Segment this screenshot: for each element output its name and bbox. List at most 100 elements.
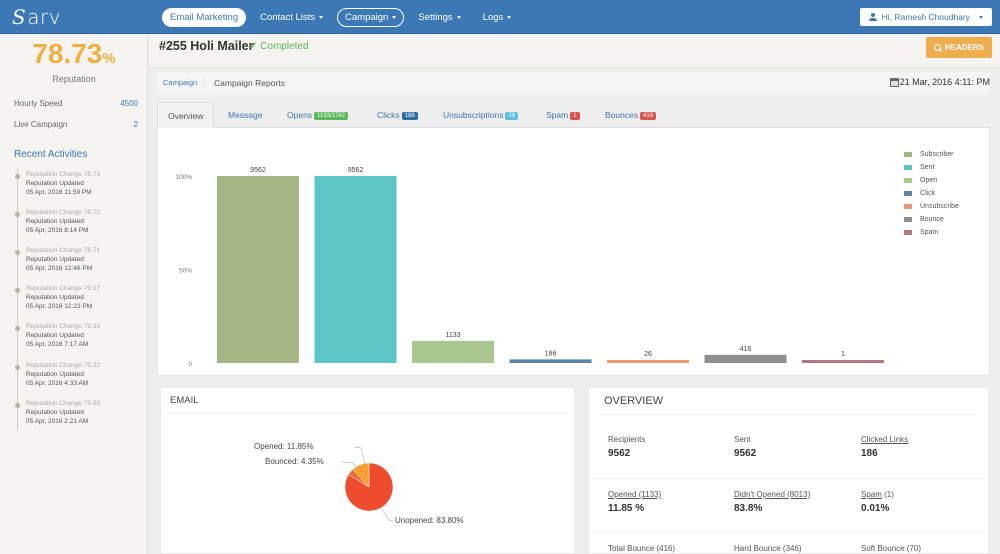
tab-clicks[interactable]: Clicks 186 — [367, 102, 428, 128]
nav-logs[interactable]: Logs — [475, 8, 520, 27]
legend-label: Subscriber — [920, 151, 954, 158]
legend-item-subscriber[interactable]: Subscriber — [904, 148, 959, 161]
tab-message[interactable]: Message — [218, 102, 273, 128]
bar-value-label: 9562 — [348, 167, 364, 174]
activity-time: 05 Apr, 2016 4:33 AM — [26, 380, 89, 387]
nav-settings[interactable]: Settings — [410, 8, 468, 27]
spam-link[interactable]: Spam — [861, 490, 882, 499]
stat-value: 83.8% — [734, 503, 763, 514]
bar-value-label: 416 — [740, 346, 752, 353]
logo-mark: S — [12, 5, 27, 29]
breadcrumb: Campaign / Campaign Reports 21 Mar, 2016… — [157, 72, 990, 94]
stat-didnt-opened: Didn't Opened (8013) 83.8% — [734, 490, 854, 514]
legend-item-bounce[interactable]: Bounce — [904, 213, 959, 226]
activity-change: Reputation Change 78.73 — [26, 171, 101, 178]
stat-soft-bounce: Soft Bounce (70) — [861, 544, 981, 553]
chart-legend: Subscriber Sent Open Click Unsubscribe Bounce… — [904, 148, 959, 239]
user-menu-button[interactable]: Hi, Ramesh Choudhary — [859, 8, 992, 26]
stat-value[interactable]: 2 — [134, 120, 138, 129]
activity-title: Reputation Updated — [26, 180, 84, 187]
bar-value-label: 9562 — [250, 167, 266, 174]
divider — [601, 414, 976, 415]
bar-spam[interactable] — [802, 360, 884, 363]
activity-title: Reputation Updated — [26, 218, 84, 225]
activity-item: Reputation Change 78.72 Reputation Updat… — [14, 208, 139, 235]
pie-leader-line — [353, 446, 366, 465]
stat-clicked-links: Clicked Links 186 — [861, 435, 981, 459]
bar-sent[interactable] — [314, 176, 397, 363]
spam-count: (1) — [881, 490, 894, 499]
tab-label: Spam — [546, 110, 569, 120]
tab-label: Overview — [168, 111, 204, 121]
stat-value: 4500 — [120, 99, 138, 108]
bar-open[interactable] — [412, 340, 494, 363]
nav-email-marketing[interactable]: Email Marketing — [162, 8, 247, 27]
pie-leader-line — [341, 461, 358, 469]
legend-item-spam[interactable]: Spam — [904, 226, 959, 239]
legend-item-click[interactable]: Click — [904, 187, 959, 200]
legend-item-sent[interactable]: Sent — [904, 161, 959, 174]
activity-change: Reputation Change 79.32 — [26, 362, 101, 369]
tab-opens[interactable]: Opens 1133/1782 — [277, 102, 358, 128]
legend-item-open[interactable]: Open — [904, 174, 959, 187]
tab-bounces[interactable]: Bounces 416 — [595, 102, 666, 128]
recent-activities-title: Recent Activities — [14, 149, 88, 160]
caret-down-icon — [456, 15, 461, 19]
tab-spam[interactable]: Spam 1 — [536, 102, 590, 128]
timeline-dot-icon — [15, 174, 20, 179]
activity-change: Reputation Change 78.71 — [26, 247, 101, 254]
divider — [592, 532, 983, 533]
overview-title: OVERVIEW — [604, 395, 664, 407]
nav-contact-lists[interactable]: Contact Lists — [252, 8, 331, 27]
stat-opened: Opened (1133) 11.85 % — [608, 490, 728, 514]
headers-button[interactable]: HEADERS — [925, 37, 992, 58]
logo-text: arv — [27, 5, 62, 29]
date-text: 21 Mar, 2016 4:11: PM — [899, 77, 990, 87]
stat-sent: Sent 9562 — [734, 435, 854, 459]
spam-label: Spam (1) — [861, 490, 981, 499]
caret-down-icon — [979, 15, 983, 19]
stat-value: 9562 — [734, 448, 757, 459]
clicked-links-link[interactable]: Clicked Links — [861, 435, 981, 444]
legend-label: Click — [920, 190, 936, 197]
stat-hourly-speed: Hourly Speed 4500 — [14, 99, 138, 108]
bar-chart-panel: 0 50% 100% 9562 9562 1133 186 26 416 1 Subscriber… — [157, 128, 990, 376]
stat-label: Live Campaign — [14, 120, 68, 129]
campaign-header: #255 Holi Mailer ✔ Completed HEADERS — [149, 35, 1000, 68]
stat-spam: Spam (1) 0.01% — [861, 490, 981, 514]
bar-value-label: 1 — [841, 351, 845, 358]
main-nav: Email Marketing Contact Lists Campaign S… — [162, 8, 519, 27]
stat-hard-bounce: Hard Bounce (346) — [734, 544, 854, 553]
divider — [592, 478, 983, 479]
stat-recipients: Recipients 9562 — [608, 435, 728, 459]
breadcrumb-campaign[interactable]: Campaign — [163, 78, 197, 87]
nav-label: Settings — [418, 12, 453, 23]
stat-live-campaign: Live Campaign 2 — [14, 120, 138, 129]
activity-item: Reputation Change 79.33 Reputation Updat… — [14, 322, 139, 349]
caret-down-icon — [319, 15, 324, 19]
tab-overview[interactable]: Overview — [157, 102, 215, 128]
activity-time: 05 Apr, 2016 2:21 AM — [26, 418, 89, 425]
tab-label: Clicks — [377, 110, 400, 120]
bar-subscriber[interactable] — [217, 176, 299, 363]
didnt-opened-link[interactable]: Didn't Opened (8013) — [734, 490, 854, 499]
opens-badge: 1133/1782 — [314, 112, 348, 120]
stat-label: Hard Bounce (346) — [734, 544, 802, 553]
bar-unsubscribe[interactable] — [607, 360, 689, 363]
opened-link[interactable]: Opened (1133) — [608, 490, 728, 499]
tab-unsubscriptions[interactable]: Unsubscriptions 26 — [433, 102, 528, 128]
activity-item: Reputation Change 79.88 Reputation Updat… — [14, 399, 139, 426]
activity-item: Reputation Change 78.71 Reputation Updat… — [14, 246, 139, 273]
reputation-unit: % — [102, 50, 116, 67]
sarv-logo[interactable]: Sarv — [12, 5, 61, 29]
nav-campaign[interactable]: Campaign — [337, 8, 405, 27]
timeline-dot-icon — [15, 288, 20, 293]
bar-bounce[interactable] — [704, 354, 787, 363]
stat-label: Sent — [734, 435, 751, 444]
y-tick-label: 0 — [188, 361, 192, 368]
email-panel: EMAIL Opened: 11.85% Bounced: 4.35% Unop… — [160, 387, 575, 554]
nav-label: Email Marketing — [170, 12, 239, 23]
bar-click[interactable] — [509, 359, 592, 363]
breadcrumb-separator: / — [203, 78, 206, 87]
legend-item-unsubscribe[interactable]: Unsubscribe — [904, 200, 959, 213]
